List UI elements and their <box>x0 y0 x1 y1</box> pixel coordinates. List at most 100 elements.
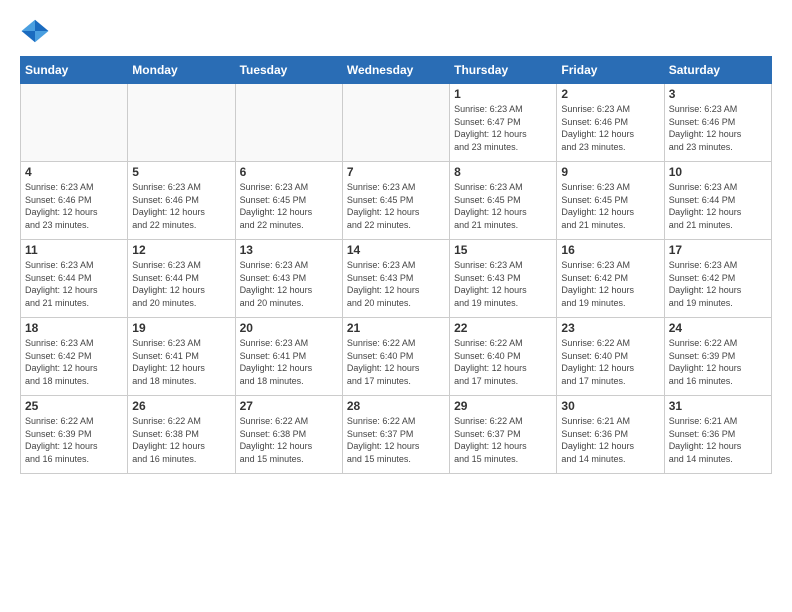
day-number: 9 <box>561 165 659 179</box>
calendar-cell: 31 Sunrise: 6:21 AM Sunset: 6:36 PM Dayli… <box>664 396 771 474</box>
day-info: Sunrise: 6:22 AM Sunset: 6:38 PM Dayligh… <box>132 415 230 465</box>
week-row-4: 18Sunrise: 6:23 AM Sunset: 6:42 PM Dayli… <box>21 318 772 396</box>
day-number: 26 <box>132 399 230 413</box>
calendar-cell: 16 Sunrise: 6:23 AM Sunset: 6:42 PM Dayli… <box>557 240 664 318</box>
day-number: 23 <box>561 321 659 335</box>
week-row-1: 1 Sunrise: 6:23 AM Sunset: 6:47 PM Daylig… <box>21 84 772 162</box>
calendar-cell: 5Sunrise: 6:23 AM Sunset: 6:46 PM Daylig… <box>128 162 235 240</box>
calendar-cell: 4 Sunrise: 6:23 AM Sunset: 6:46 PM Daylig… <box>21 162 128 240</box>
day-info: Sunrise: 6:23 AM Sunset: 6:45 PM Dayligh… <box>347 181 445 231</box>
calendar-cell: 22 Sunrise: 6:22 AM Sunset: 6:40 PM Dayli… <box>450 318 557 396</box>
day-info: Sunrise: 6:23 AM Sunset: 6:42 PM Dayligh… <box>561 259 659 309</box>
day-info: Sunrise: 6:23 AM Sunset: 6:44 PM Dayligh… <box>132 259 230 309</box>
day-number: 29 <box>454 399 552 413</box>
day-number: 11 <box>25 243 123 257</box>
calendar-cell <box>128 84 235 162</box>
calendar-cell: 23 Sunrise: 6:22 AM Sunset: 6:40 PM Dayli… <box>557 318 664 396</box>
day-info: Sunrise: 6:23 AM Sunset: 6:46 PM Dayligh… <box>25 181 123 231</box>
calendar-cell: 24 Sunrise: 6:22 AM Sunset: 6:39 PM Dayli… <box>664 318 771 396</box>
day-info: Sunrise: 6:23 AM Sunset: 6:41 PM Dayligh… <box>240 337 338 387</box>
day-info: Sunrise: 6:23 AM Sunset: 6:42 PM Dayligh… <box>25 337 123 387</box>
day-number: 4 <box>25 165 123 179</box>
day-info: Sunrise: 6:21 AM Sunset: 6:36 PM Dayligh… <box>561 415 659 465</box>
day-info: Sunrise: 6:22 AM Sunset: 6:40 PM Dayligh… <box>561 337 659 387</box>
calendar-cell: 14 Sunrise: 6:23 AM Sunset: 6:43 PM Dayli… <box>342 240 449 318</box>
day-number: 6 <box>240 165 338 179</box>
col-header-tuesday: Tuesday <box>235 57 342 84</box>
calendar-cell: 9 Sunrise: 6:23 AM Sunset: 6:45 PM Daylig… <box>557 162 664 240</box>
day-number: 15 <box>454 243 552 257</box>
logo-icon <box>20 16 50 46</box>
calendar-cell <box>342 84 449 162</box>
col-header-thursday: Thursday <box>450 57 557 84</box>
calendar-table: SundayMondayTuesdayWednesdayThursdayFrid… <box>20 56 772 474</box>
calendar-cell <box>235 84 342 162</box>
day-info: Sunrise: 6:23 AM Sunset: 6:46 PM Dayligh… <box>669 103 767 153</box>
day-info: Sunrise: 6:23 AM Sunset: 6:43 PM Dayligh… <box>454 259 552 309</box>
day-info: Sunrise: 6:23 AM Sunset: 6:44 PM Dayligh… <box>25 259 123 309</box>
day-number: 24 <box>669 321 767 335</box>
calendar-cell: 2 Sunrise: 6:23 AM Sunset: 6:46 PM Daylig… <box>557 84 664 162</box>
day-info: Sunrise: 6:23 AM Sunset: 6:42 PM Dayligh… <box>669 259 767 309</box>
day-info: Sunrise: 6:23 AM Sunset: 6:47 PM Dayligh… <box>454 103 552 153</box>
week-row-2: 4 Sunrise: 6:23 AM Sunset: 6:46 PM Daylig… <box>21 162 772 240</box>
day-info: Sunrise: 6:23 AM Sunset: 6:45 PM Dayligh… <box>240 181 338 231</box>
day-number: 17 <box>669 243 767 257</box>
calendar-cell: 11 Sunrise: 6:23 AM Sunset: 6:44 PM Dayli… <box>21 240 128 318</box>
day-number: 8 <box>454 165 552 179</box>
calendar-cell: 3 Sunrise: 6:23 AM Sunset: 6:46 PM Daylig… <box>664 84 771 162</box>
day-info: Sunrise: 6:23 AM Sunset: 6:41 PM Dayligh… <box>132 337 230 387</box>
calendar-cell: 30 Sunrise: 6:21 AM Sunset: 6:36 PM Dayli… <box>557 396 664 474</box>
calendar-cell: 7Sunrise: 6:23 AM Sunset: 6:45 PM Daylig… <box>342 162 449 240</box>
day-number: 5 <box>132 165 230 179</box>
header-row: SundayMondayTuesdayWednesdayThursdayFrid… <box>21 57 772 84</box>
calendar-cell: 26 Sunrise: 6:22 AM Sunset: 6:38 PM Dayli… <box>128 396 235 474</box>
day-number: 25 <box>25 399 123 413</box>
day-info: Sunrise: 6:22 AM Sunset: 6:39 PM Dayligh… <box>25 415 123 465</box>
col-header-sunday: Sunday <box>21 57 128 84</box>
day-info: Sunrise: 6:22 AM Sunset: 6:37 PM Dayligh… <box>454 415 552 465</box>
calendar-cell: 20 Sunrise: 6:23 AM Sunset: 6:41 PM Dayli… <box>235 318 342 396</box>
day-info: Sunrise: 6:23 AM Sunset: 6:45 PM Dayligh… <box>561 181 659 231</box>
day-number: 10 <box>669 165 767 179</box>
col-header-wednesday: Wednesday <box>342 57 449 84</box>
day-info: Sunrise: 6:22 AM Sunset: 6:40 PM Dayligh… <box>454 337 552 387</box>
calendar-cell: 13Sunrise: 6:23 AM Sunset: 6:43 PM Dayli… <box>235 240 342 318</box>
day-number: 31 <box>669 399 767 413</box>
calendar-cell: 8Sunrise: 6:23 AM Sunset: 6:45 PM Daylig… <box>450 162 557 240</box>
calendar-cell: 25 Sunrise: 6:22 AM Sunset: 6:39 PM Dayli… <box>21 396 128 474</box>
day-number: 12 <box>132 243 230 257</box>
calendar-cell: 21Sunrise: 6:22 AM Sunset: 6:40 PM Dayli… <box>342 318 449 396</box>
day-info: Sunrise: 6:23 AM Sunset: 6:46 PM Dayligh… <box>561 103 659 153</box>
day-number: 20 <box>240 321 338 335</box>
calendar-cell: 18Sunrise: 6:23 AM Sunset: 6:42 PM Dayli… <box>21 318 128 396</box>
day-info: Sunrise: 6:22 AM Sunset: 6:38 PM Dayligh… <box>240 415 338 465</box>
day-number: 14 <box>347 243 445 257</box>
calendar-cell: 1 Sunrise: 6:23 AM Sunset: 6:47 PM Daylig… <box>450 84 557 162</box>
day-number: 21 <box>347 321 445 335</box>
day-number: 19 <box>132 321 230 335</box>
day-number: 2 <box>561 87 659 101</box>
day-number: 16 <box>561 243 659 257</box>
calendar-cell: 27Sunrise: 6:22 AM Sunset: 6:38 PM Dayli… <box>235 396 342 474</box>
col-header-saturday: Saturday <box>664 57 771 84</box>
calendar-cell: 10 Sunrise: 6:23 AM Sunset: 6:44 PM Dayli… <box>664 162 771 240</box>
day-number: 22 <box>454 321 552 335</box>
week-row-3: 11 Sunrise: 6:23 AM Sunset: 6:44 PM Dayli… <box>21 240 772 318</box>
calendar-cell: 6 Sunrise: 6:23 AM Sunset: 6:45 PM Daylig… <box>235 162 342 240</box>
day-info: Sunrise: 6:23 AM Sunset: 6:43 PM Dayligh… <box>347 259 445 309</box>
day-number: 1 <box>454 87 552 101</box>
day-number: 13 <box>240 243 338 257</box>
col-header-monday: Monday <box>128 57 235 84</box>
day-info: Sunrise: 6:22 AM Sunset: 6:37 PM Dayligh… <box>347 415 445 465</box>
page: SundayMondayTuesdayWednesdayThursdayFrid… <box>0 0 792 484</box>
day-number: 3 <box>669 87 767 101</box>
day-info: Sunrise: 6:23 AM Sunset: 6:44 PM Dayligh… <box>669 181 767 231</box>
calendar-cell: 17 Sunrise: 6:23 AM Sunset: 6:42 PM Dayli… <box>664 240 771 318</box>
calendar-cell: 29 Sunrise: 6:22 AM Sunset: 6:37 PM Dayli… <box>450 396 557 474</box>
day-number: 30 <box>561 399 659 413</box>
day-info: Sunrise: 6:22 AM Sunset: 6:39 PM Dayligh… <box>669 337 767 387</box>
week-row-5: 25 Sunrise: 6:22 AM Sunset: 6:39 PM Dayli… <box>21 396 772 474</box>
col-header-friday: Friday <box>557 57 664 84</box>
day-info: Sunrise: 6:21 AM Sunset: 6:36 PM Dayligh… <box>669 415 767 465</box>
